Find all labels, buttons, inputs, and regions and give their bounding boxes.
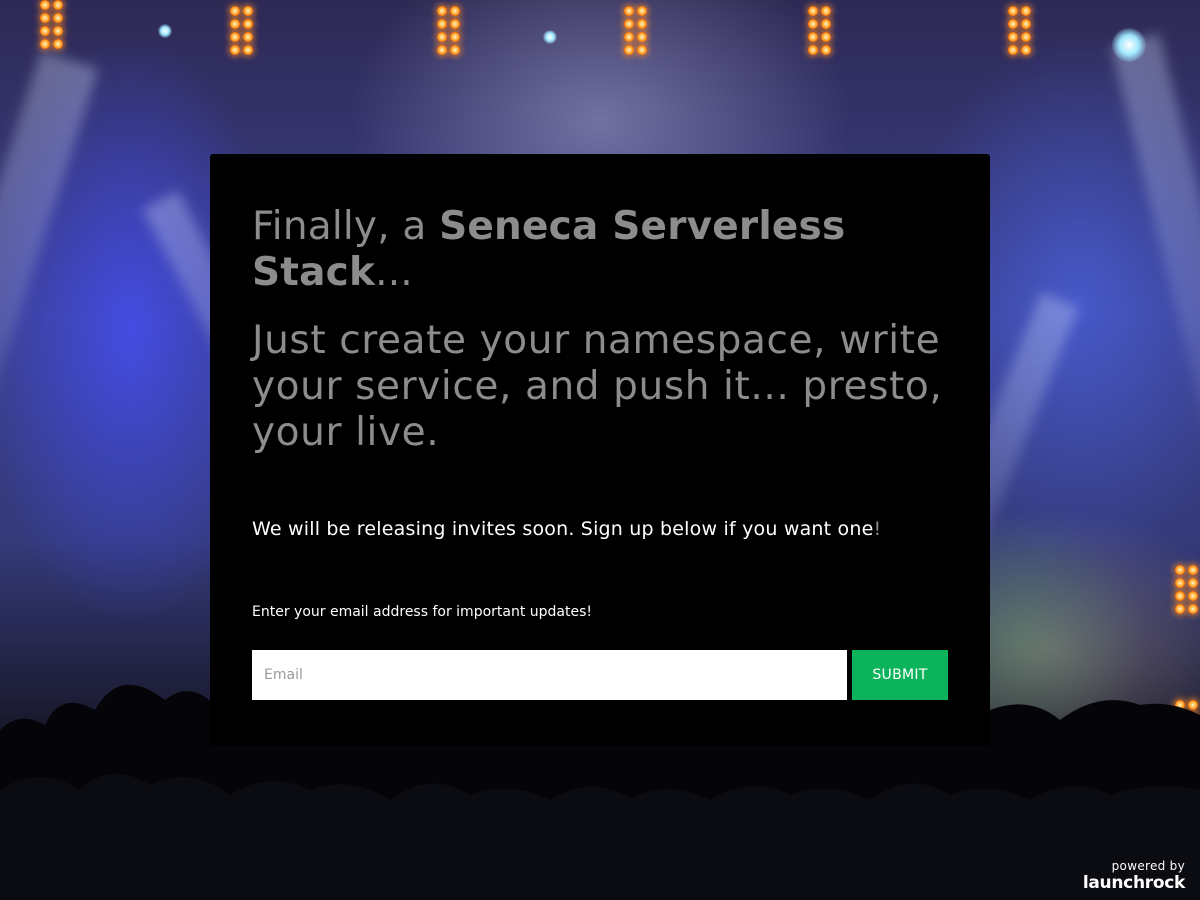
- launchrock-logo-icon: launchrock: [1082, 873, 1185, 893]
- powered-by-label: powered by: [1111, 859, 1185, 873]
- submit-button[interactable]: SUBMIT: [852, 650, 948, 700]
- stage-light: [230, 6, 253, 55]
- stage-light: [808, 6, 831, 55]
- concert-background: Finally, a Seneca Serverless Stack... Ju…: [0, 0, 1200, 900]
- stage-light: [40, 0, 63, 49]
- stage-light: [437, 6, 460, 55]
- signup-card: Finally, a Seneca Serverless Stack... Ju…: [210, 154, 990, 746]
- signup-form: SUBMIT: [252, 650, 948, 700]
- stage-light: [1175, 565, 1198, 614]
- spotlight: [158, 24, 172, 38]
- stage-light: [624, 6, 647, 55]
- email-prompt: Enter your email address for important u…: [252, 604, 593, 620]
- powered-by-badge[interactable]: powered by launchrock: [1082, 859, 1185, 894]
- tagline: Just create your namespace, write your s…: [252, 318, 943, 455]
- spotlight: [543, 30, 557, 44]
- spotlight: [1112, 28, 1146, 62]
- light-beam: [0, 50, 99, 564]
- page-title: Finally, a Seneca Serverless Stack...: [252, 204, 846, 295]
- stage-light: [1008, 6, 1031, 55]
- email-field[interactable]: [252, 650, 847, 700]
- light-beam: [1110, 33, 1200, 590]
- invite-text: We will be releasing invites soon. Sign …: [252, 518, 882, 540]
